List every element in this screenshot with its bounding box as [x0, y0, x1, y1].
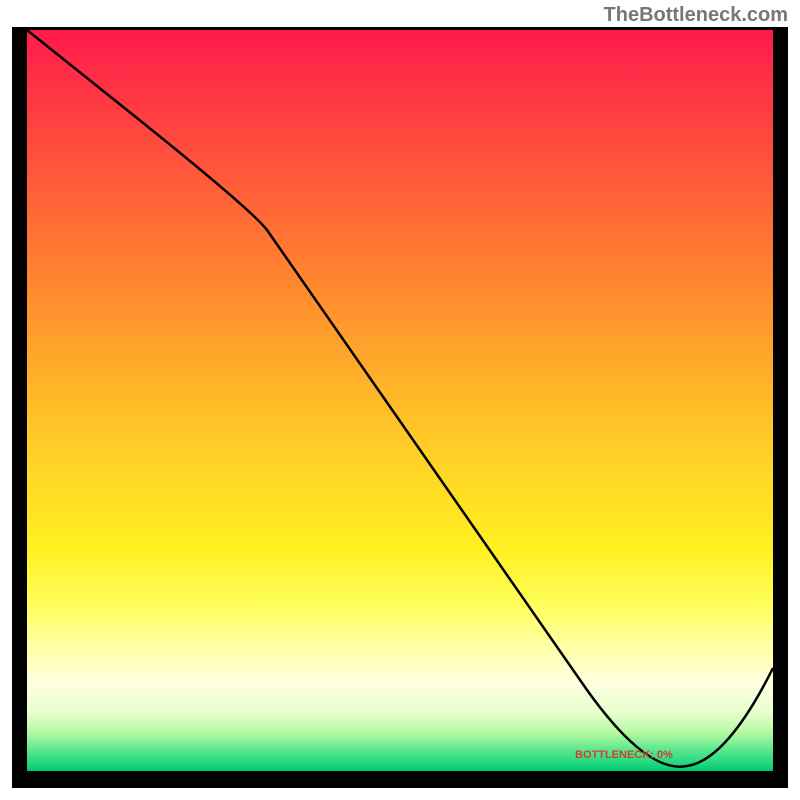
- plot-area: BOTTLENECK: 0%: [27, 30, 773, 771]
- chart-container: TheBottleneck.com BOTTLENECK: 0%: [0, 0, 800, 800]
- bottleneck-marker-label: BOTTLENECK: 0%: [575, 749, 673, 761]
- line-plot: [27, 30, 773, 771]
- watermark-text: TheBottleneck.com: [604, 4, 788, 27]
- plot-frame: BOTTLENECK: 0%: [12, 27, 788, 788]
- data-line: [27, 30, 773, 767]
